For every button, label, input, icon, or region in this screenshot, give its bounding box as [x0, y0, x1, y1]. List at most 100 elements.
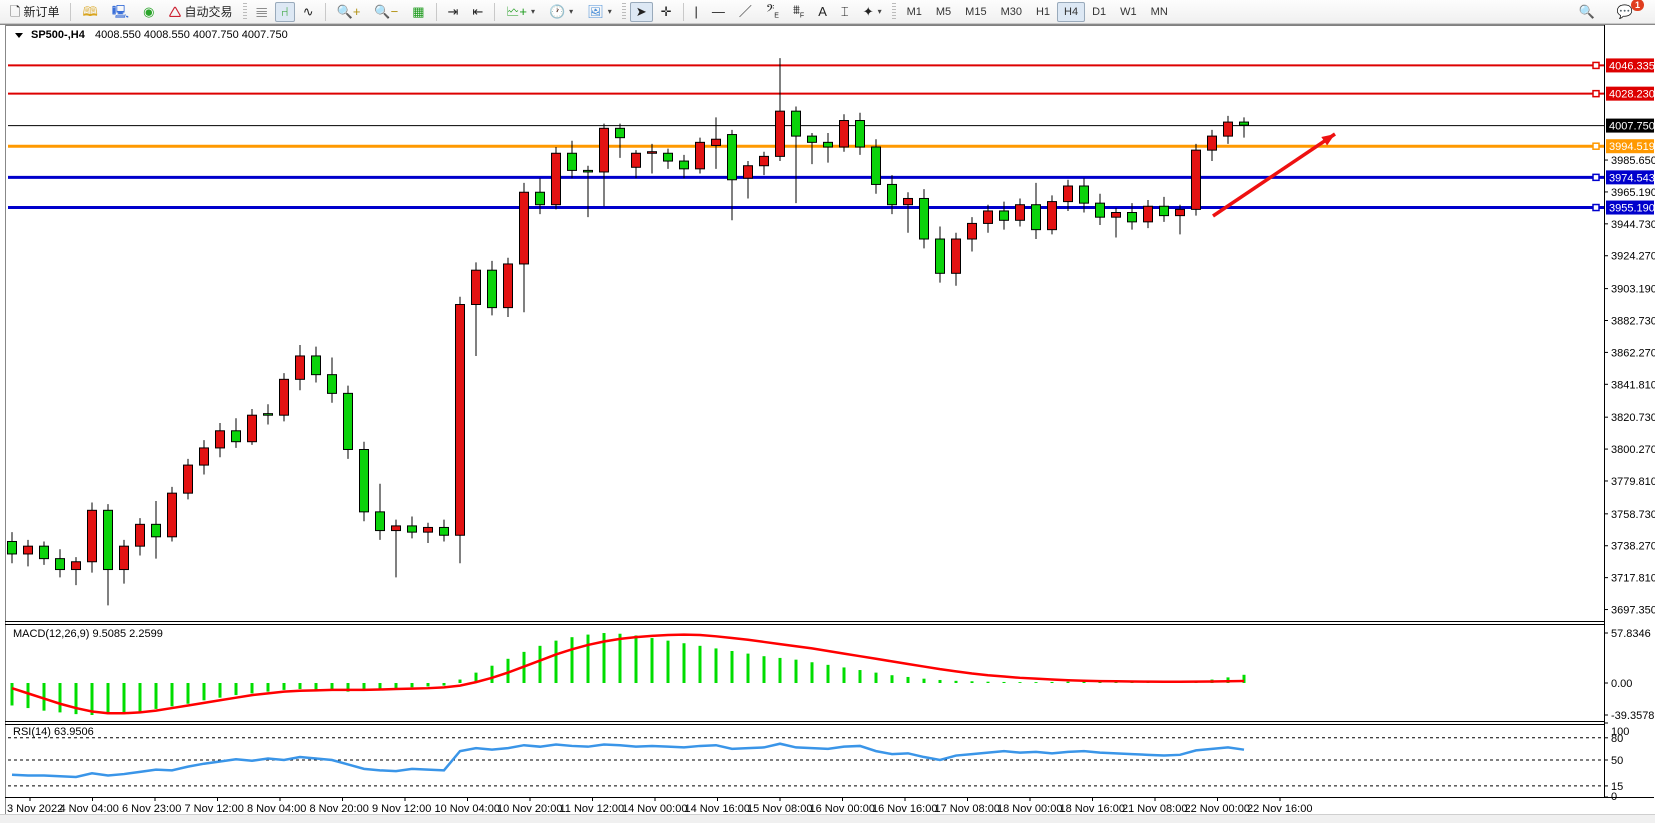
svg-text:3924.270: 3924.270 [1611, 251, 1655, 263]
tile-windows-button[interactable]: ▦ [406, 2, 430, 22]
candle [696, 142, 705, 169]
timeframe-h1[interactable]: H1 [1029, 2, 1057, 22]
candle [8, 541, 17, 553]
candle [744, 166, 753, 178]
svg-text:3738.270: 3738.270 [1611, 541, 1655, 553]
candle [168, 493, 177, 537]
periods-button[interactable]: 🕐▾ [543, 2, 579, 22]
candle [232, 431, 241, 442]
svg-text:0: 0 [1611, 791, 1617, 803]
chart-shift-icon: ⇤ [472, 5, 483, 18]
candle [392, 526, 401, 531]
candle [120, 546, 129, 569]
candle [632, 153, 641, 167]
equidistant-channel-button[interactable]: 𝄢E [760, 2, 785, 22]
fibonacci-icon: ⩩F [793, 3, 804, 20]
timeframe-m15[interactable]: M15 [958, 2, 993, 22]
label-tool-button[interactable]: ⌶ [835, 2, 855, 22]
timeframe-mn[interactable]: MN [1144, 2, 1175, 22]
timeframe-h4[interactable]: H4 [1057, 2, 1085, 22]
vline-tool-button[interactable]: | [689, 2, 704, 22]
market-watch-button[interactable]: 🕮 [76, 2, 103, 22]
vertical-line-icon: | [695, 5, 698, 18]
indicators-button[interactable]: 🗠+▾ [500, 2, 541, 22]
line-chart-icon: ∿ [303, 5, 314, 18]
cursor-tool-button[interactable]: ➤ [630, 2, 653, 22]
timeframe-w1[interactable]: W1 [1113, 2, 1144, 22]
horizontal-line-icon: — [712, 5, 725, 18]
zoom-out-button[interactable]: 🔍− [368, 2, 404, 22]
candle [664, 153, 673, 161]
text-tool-button[interactable]: A [812, 2, 833, 22]
candle [1000, 211, 1009, 220]
candle [216, 431, 225, 448]
svg-text:3841.810: 3841.810 [1611, 379, 1655, 391]
chart-window[interactable]: 3985.6503965.1903944.7303924.2703903.190… [0, 24, 1655, 814]
candle [968, 223, 977, 239]
cloud-user-icon: 🖳 [112, 5, 129, 18]
candle [56, 559, 65, 570]
templates-button[interactable]: 🖼▾ [581, 2, 618, 22]
terminal-button[interactable]: ◉ [137, 2, 160, 22]
notifications-button[interactable]: 💬 1 [1611, 2, 1639, 22]
new-order-label: 新订单 [23, 3, 59, 20]
svg-text:4008.550 4008.550 4007.750 400: 4008.550 4008.550 4007.750 4007.750 [95, 29, 288, 41]
price-line-handle[interactable] [1593, 62, 1599, 68]
candle [264, 414, 273, 416]
svg-text:SP500-,H4: SP500-,H4 [31, 29, 86, 41]
hline-tool-button[interactable]: — [706, 2, 731, 22]
candle [72, 562, 81, 570]
candle [424, 527, 433, 532]
crosshair-tool-button[interactable]: ✛ [655, 2, 678, 22]
timeframe-m1[interactable]: M1 [900, 2, 929, 22]
chart-shift-button[interactable]: ⇤ [466, 2, 489, 22]
data-window-button[interactable]: 🖳 [106, 2, 135, 22]
fibonacci-tool-button[interactable]: ⩩F [787, 2, 810, 22]
candle [1224, 122, 1233, 136]
search-icon: 🔍 [1579, 5, 1595, 18]
candle-chart-mode-button[interactable]: ⑁ [275, 2, 295, 22]
svg-text:3985.650: 3985.650 [1611, 155, 1655, 167]
status-bar [0, 814, 1655, 823]
candle [568, 153, 577, 170]
trendline-tool-button[interactable]: ／ [733, 2, 758, 22]
book-icon: 🕮 [82, 5, 97, 18]
price-line-handle[interactable] [1593, 91, 1599, 97]
price-line-handle[interactable] [1593, 174, 1599, 180]
price-line-handle[interactable] [1593, 143, 1599, 149]
shapes-tool-button[interactable]: ✦▾ [857, 2, 888, 22]
timeframe-group: M1M5M15M30H1H4D1W1MN [900, 2, 1175, 22]
zoom-in-button[interactable]: 🔍+ [331, 2, 367, 22]
new-order-button[interactable]: 🗋 新订单 [4, 2, 65, 22]
search-button[interactable]: 🔍 [1573, 2, 1601, 22]
svg-text:57.8346: 57.8346 [1611, 628, 1651, 640]
candle [952, 239, 961, 273]
candle [376, 512, 385, 531]
crosshair-icon: ✛ [661, 5, 672, 18]
auto-trading-button[interactable]: 🛆 自动交易 [162, 2, 238, 22]
template-icon: 🖼 [587, 5, 604, 18]
timeframe-d1[interactable]: D1 [1085, 2, 1113, 22]
line-chart-mode-button[interactable]: ∿ [297, 2, 320, 22]
timeframe-m30[interactable]: M30 [994, 2, 1029, 22]
svg-text:3903.190: 3903.190 [1611, 284, 1655, 296]
price-line-handle[interactable] [1593, 205, 1599, 211]
svg-text:80: 80 [1611, 733, 1623, 745]
candle [712, 139, 721, 145]
svg-text:3974.543: 3974.543 [1609, 172, 1655, 184]
chart-canvas[interactable]: 3985.6503965.1903944.7303924.2703903.190… [5, 25, 1655, 815]
auto-trading-icon: 🛆 [168, 5, 181, 18]
candle [1096, 203, 1105, 217]
candle [408, 526, 417, 532]
candle [936, 239, 945, 273]
bar-chart-mode-button[interactable]: 𝄙 [251, 2, 273, 22]
candle [728, 135, 737, 180]
svg-text:4007.750: 4007.750 [1609, 121, 1655, 133]
auto-scroll-button[interactable]: ⇥ [442, 2, 465, 22]
candle [1144, 206, 1153, 222]
timeframe-m5[interactable]: M5 [929, 2, 958, 22]
svg-text:50: 50 [1611, 755, 1623, 767]
candle [488, 270, 497, 307]
candle [616, 128, 625, 137]
svg-text:3697.350: 3697.350 [1611, 605, 1655, 617]
